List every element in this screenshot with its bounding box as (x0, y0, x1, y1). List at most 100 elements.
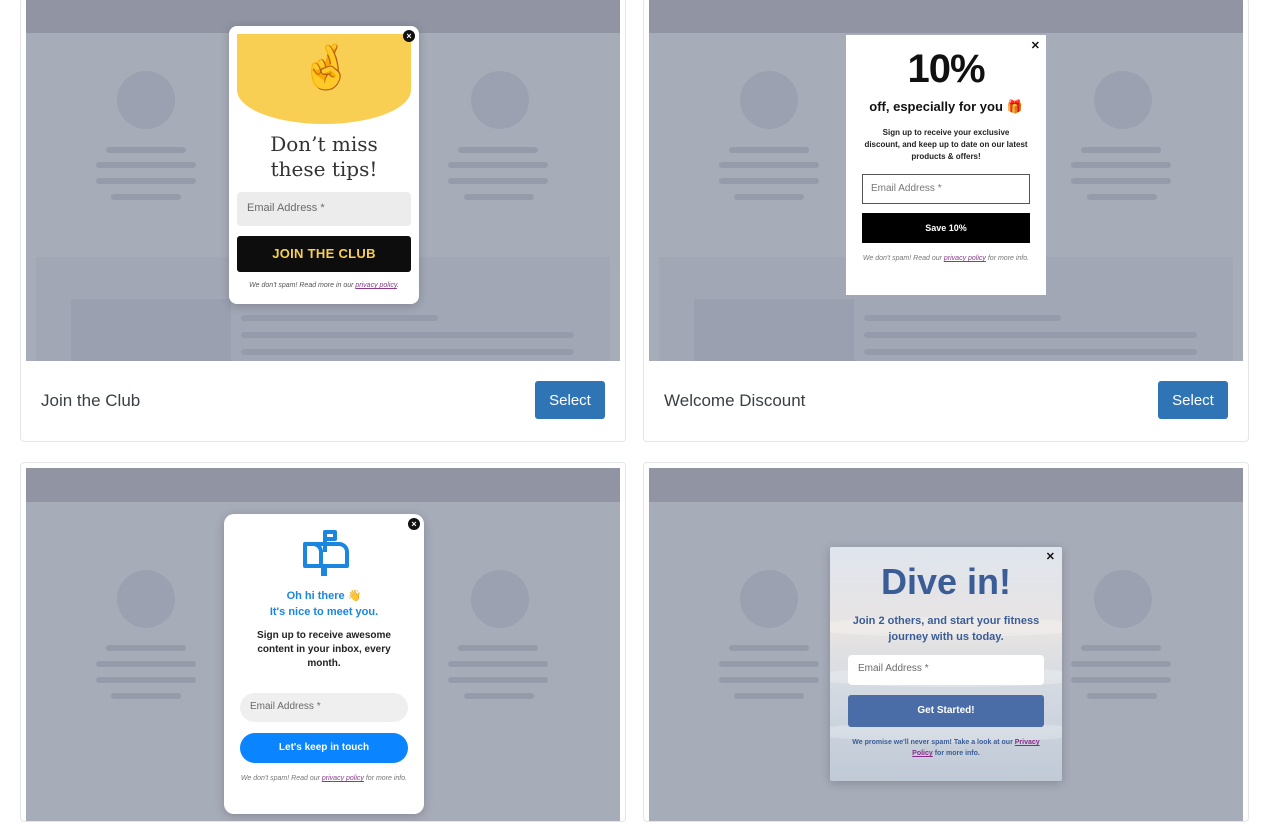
template-preview: × Oh hi there 👋 It's nice to meet you. S… (26, 468, 620, 821)
mock-line (734, 693, 804, 699)
mock-line (1071, 178, 1171, 184)
mock-header (649, 0, 1243, 33)
headline-line: these tips! (270, 157, 378, 181)
discount-amount: 10% (907, 47, 985, 91)
template-card-join-the-club: 🤞 × Don’t miss these tips! Email Address… (20, 0, 626, 442)
mock-line (1081, 147, 1161, 153)
mock-line (729, 147, 809, 153)
email-field[interactable]: Email Address * (862, 174, 1030, 204)
mock-line (458, 147, 538, 153)
mock-line (464, 194, 534, 200)
email-field[interactable]: Email Address * (237, 192, 411, 226)
mock-avatar (1094, 71, 1152, 129)
popup-headline: Don’t miss these tips! (229, 132, 419, 182)
headline-line: Don’t miss (270, 132, 378, 156)
template-preview: ✕ Dive in! Join 2 others, and start your… (649, 468, 1243, 821)
privacy-policy-link[interactable]: privacy policy (355, 282, 397, 289)
template-card-dive-in: ✕ Dive in! Join 2 others, and start your… (643, 462, 1249, 822)
mock-avatar (740, 71, 798, 129)
privacy-note-text: We promise we'll never spam! Take a look… (852, 739, 1015, 746)
mock-image (71, 299, 231, 361)
mock-line (448, 661, 548, 667)
privacy-note: We promise we'll never spam! Take a look… (842, 737, 1050, 759)
mock-line (106, 147, 186, 153)
greeting-line: Oh hi there 👋 (286, 590, 362, 602)
card-footer: Welcome Discount Select (644, 361, 1248, 441)
mock-line (96, 178, 196, 184)
mock-line (1087, 194, 1157, 200)
mock-line (241, 332, 574, 338)
popup-subtitle: Join 2 others, and start your fitness jo… (852, 615, 1040, 643)
mock-line (719, 162, 819, 168)
privacy-note: We don't spam! Read our privacy policy f… (236, 774, 412, 784)
select-button[interactable]: Select (1158, 381, 1228, 419)
email-field[interactable]: Email Address * (240, 693, 408, 722)
mock-line (719, 677, 819, 683)
join-club-button[interactable]: JOIN THE CLUB (237, 236, 411, 272)
welcome-discount-popup: ✕ 10% off, especially for you 🎁 Sign up … (846, 35, 1046, 295)
mock-avatar (117, 71, 175, 129)
mock-line (719, 178, 819, 184)
greeting-line: It's nice to meet you. (269, 606, 379, 618)
crossed-fingers-icon: 🤞 (299, 43, 354, 92)
mock-avatar (117, 570, 175, 628)
mock-line (729, 645, 809, 651)
mock-line (864, 315, 1061, 321)
keep-in-touch-popup: × Oh hi there 👋 It's nice to meet you. S… (224, 514, 424, 814)
privacy-policy-link[interactable]: privacy policy (322, 775, 364, 782)
mock-line (1071, 677, 1171, 683)
mock-line (111, 194, 181, 200)
mock-line (448, 162, 548, 168)
privacy-note-text: for more info. (932, 750, 980, 757)
privacy-note-text: We don't spam! Read our (240, 775, 322, 782)
select-button[interactable]: Select (535, 381, 605, 419)
mock-line (719, 661, 819, 667)
popup-greeting: Oh hi there 👋 It's nice to meet you. (224, 588, 424, 620)
close-icon[interactable]: × (403, 30, 415, 42)
mock-header (649, 468, 1243, 502)
mock-line (734, 194, 804, 200)
keep-in-touch-button[interactable]: Let's keep in touch (240, 733, 408, 763)
popup-description: Sign up to receive your exclusive discou… (864, 128, 1028, 161)
mock-line (1087, 693, 1157, 699)
privacy-note-text: We don't spam! Read more in our (249, 282, 356, 289)
privacy-note: We don't spam! Read our privacy policy f… (858, 254, 1034, 264)
privacy-note-text: We don't spam! Read our (862, 255, 944, 262)
popup-headline: Dive in! (880, 561, 1012, 602)
popup-description: Sign up to receive awesome content in yo… (257, 630, 391, 669)
privacy-note-text: . (396, 282, 399, 289)
email-field[interactable]: Email Address * (848, 655, 1044, 685)
save-discount-button[interactable]: Save 10% (862, 213, 1030, 243)
mock-line (864, 349, 1197, 355)
mock-image (694, 299, 854, 361)
privacy-note-text: for more info. (985, 255, 1030, 262)
mock-line (96, 661, 196, 667)
template-preview: 🤞 × Don’t miss these tips! Email Address… (26, 0, 620, 361)
mock-line (458, 645, 538, 651)
mock-line (111, 693, 181, 699)
get-started-button[interactable]: Get Started! (848, 695, 1044, 727)
privacy-policy-link[interactable]: privacy policy (944, 255, 986, 262)
close-icon[interactable]: × (408, 518, 420, 530)
template-title: Welcome Discount (664, 391, 806, 410)
template-title: Join the Club (41, 391, 141, 410)
mock-line (1071, 661, 1171, 667)
mock-avatar (471, 71, 529, 129)
mock-line (448, 677, 548, 683)
card-footer: Join the Club Select (21, 361, 625, 441)
mock-line (96, 677, 196, 683)
privacy-note-text: for more info. (363, 775, 408, 782)
mock-line (241, 315, 438, 321)
join-club-popup: 🤞 × Don’t miss these tips! Email Address… (229, 26, 419, 304)
privacy-note: We don't spam! Read more in our privacy … (229, 282, 419, 289)
mock-header (26, 468, 620, 502)
mock-line (241, 349, 574, 355)
mock-line (1071, 162, 1171, 168)
template-card-welcome-discount: ✕ 10% off, especially for you 🎁 Sign up … (643, 0, 1249, 442)
mock-avatar (740, 570, 798, 628)
mailbox-icon (303, 530, 349, 576)
dive-in-popup: ✕ Dive in! Join 2 others, and start your… (830, 547, 1062, 781)
mock-line (464, 693, 534, 699)
mock-line (1081, 645, 1161, 651)
template-card-keep-in-touch: × Oh hi there 👋 It's nice to meet you. S… (20, 462, 626, 822)
